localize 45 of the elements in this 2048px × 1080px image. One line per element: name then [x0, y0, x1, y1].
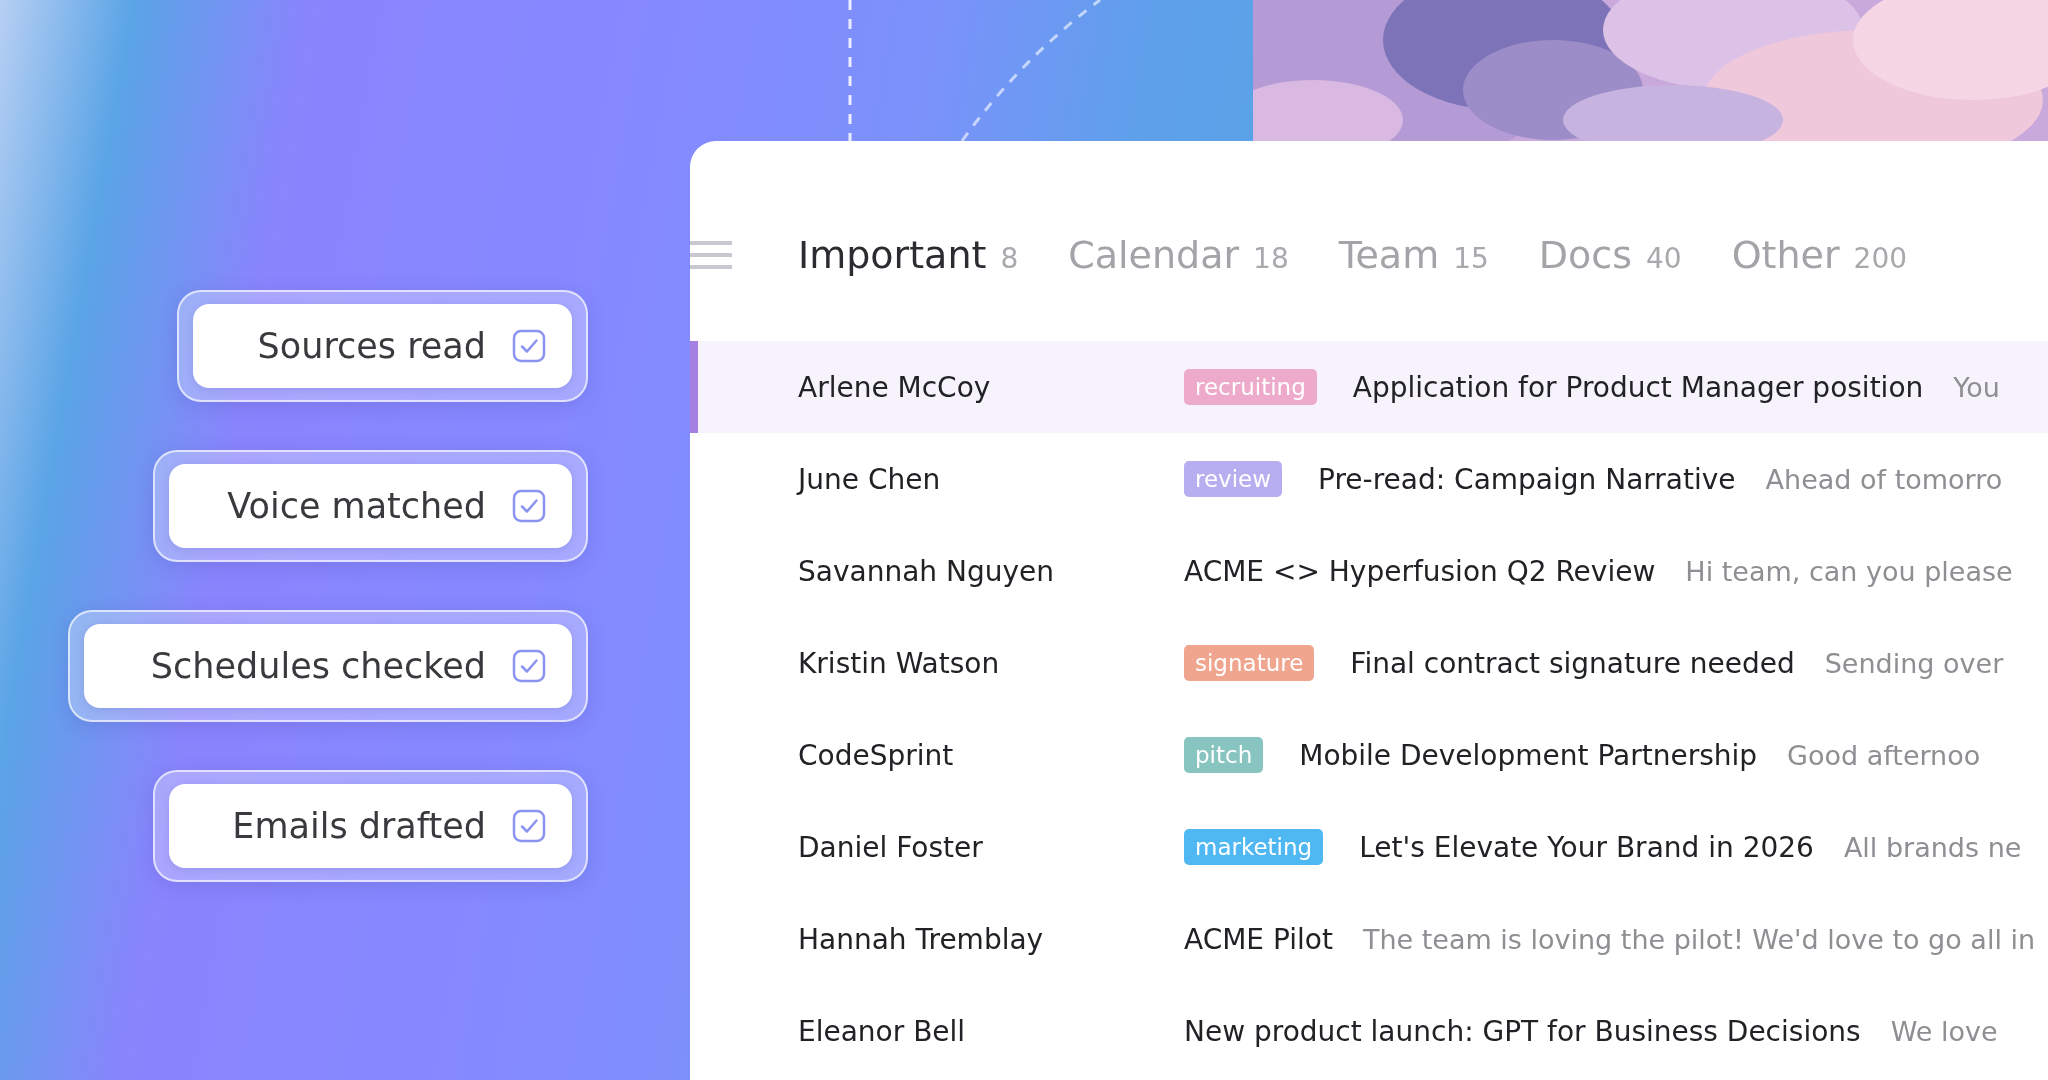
email-subject: Let's Elevate Your Brand in 2026	[1359, 830, 1814, 864]
checkbox-icon[interactable]	[512, 809, 546, 843]
email-subject: Mobile Development Partnership	[1299, 738, 1758, 772]
email-row[interactable]: Arlene McCoy recruiting Application for Product Manager position You	[690, 341, 2048, 433]
email-preview: We love	[1890, 1015, 1998, 1047]
email-subject: Final contract signature needed	[1350, 646, 1795, 680]
email-subject: New product launch: GPT for Business Decisions	[1184, 1014, 1861, 1048]
tab-count: 15	[1453, 242, 1489, 275]
email-preview: Good afternoo	[1787, 739, 1981, 771]
checklist-label: Voice matched	[227, 486, 486, 526]
email-preview: Sending over	[1824, 647, 2004, 679]
email-subject: ACME Pilot	[1184, 922, 1333, 956]
sender-name: CodeSprint	[798, 738, 955, 772]
tab-count: 40	[1646, 242, 1682, 275]
tag: marketing	[1184, 829, 1324, 865]
email-preview: The team is loving the pilot! We'd love to go all in	[1362, 923, 2036, 955]
email-subject: Pre-read: Campaign Narrative	[1318, 462, 1736, 496]
tag: pitch	[1184, 737, 1264, 773]
tab-count: 200	[1853, 242, 1907, 275]
checklist-label: Sources read	[257, 326, 486, 366]
sender-name: Arlene McCoy	[798, 370, 992, 404]
email-subject: ACME <> Hyperfusion Q2 Review	[1184, 554, 1656, 588]
email-preview: Hi team, can you please	[1685, 555, 2013, 587]
email-preview: Ahead of tomorro	[1765, 463, 2003, 495]
tab-count: 18	[1253, 242, 1289, 275]
tab-count: 8	[1000, 242, 1019, 275]
checkbox-icon[interactable]	[512, 649, 546, 683]
checkbox-icon[interactable]	[512, 489, 546, 523]
sender-name: Kristin Watson	[798, 646, 1001, 680]
sender-name: June Chen	[798, 462, 942, 496]
tag: review	[1184, 461, 1283, 497]
tag: recruiting	[1184, 369, 1317, 405]
checklist-label: Schedules checked	[150, 646, 486, 686]
email-preview: All brands ne	[1843, 831, 2022, 863]
email-preview: You	[1953, 371, 2000, 403]
checkbox-icon[interactable]	[512, 329, 546, 363]
tag: signature	[1184, 645, 1315, 681]
menu-icon[interactable]	[690, 240, 732, 270]
sender-name: Hannah Tremblay	[798, 922, 1045, 956]
tab[interactable]: Important 8	[798, 233, 1019, 277]
checklist-label: Emails drafted	[232, 806, 486, 846]
sender-name: Savannah Nguyen	[798, 554, 1055, 588]
email-subject: Application for Product Manager position	[1352, 370, 1924, 404]
sender-name: Eleanor Bell	[798, 1014, 967, 1048]
sender-name: Daniel Foster	[798, 830, 984, 864]
